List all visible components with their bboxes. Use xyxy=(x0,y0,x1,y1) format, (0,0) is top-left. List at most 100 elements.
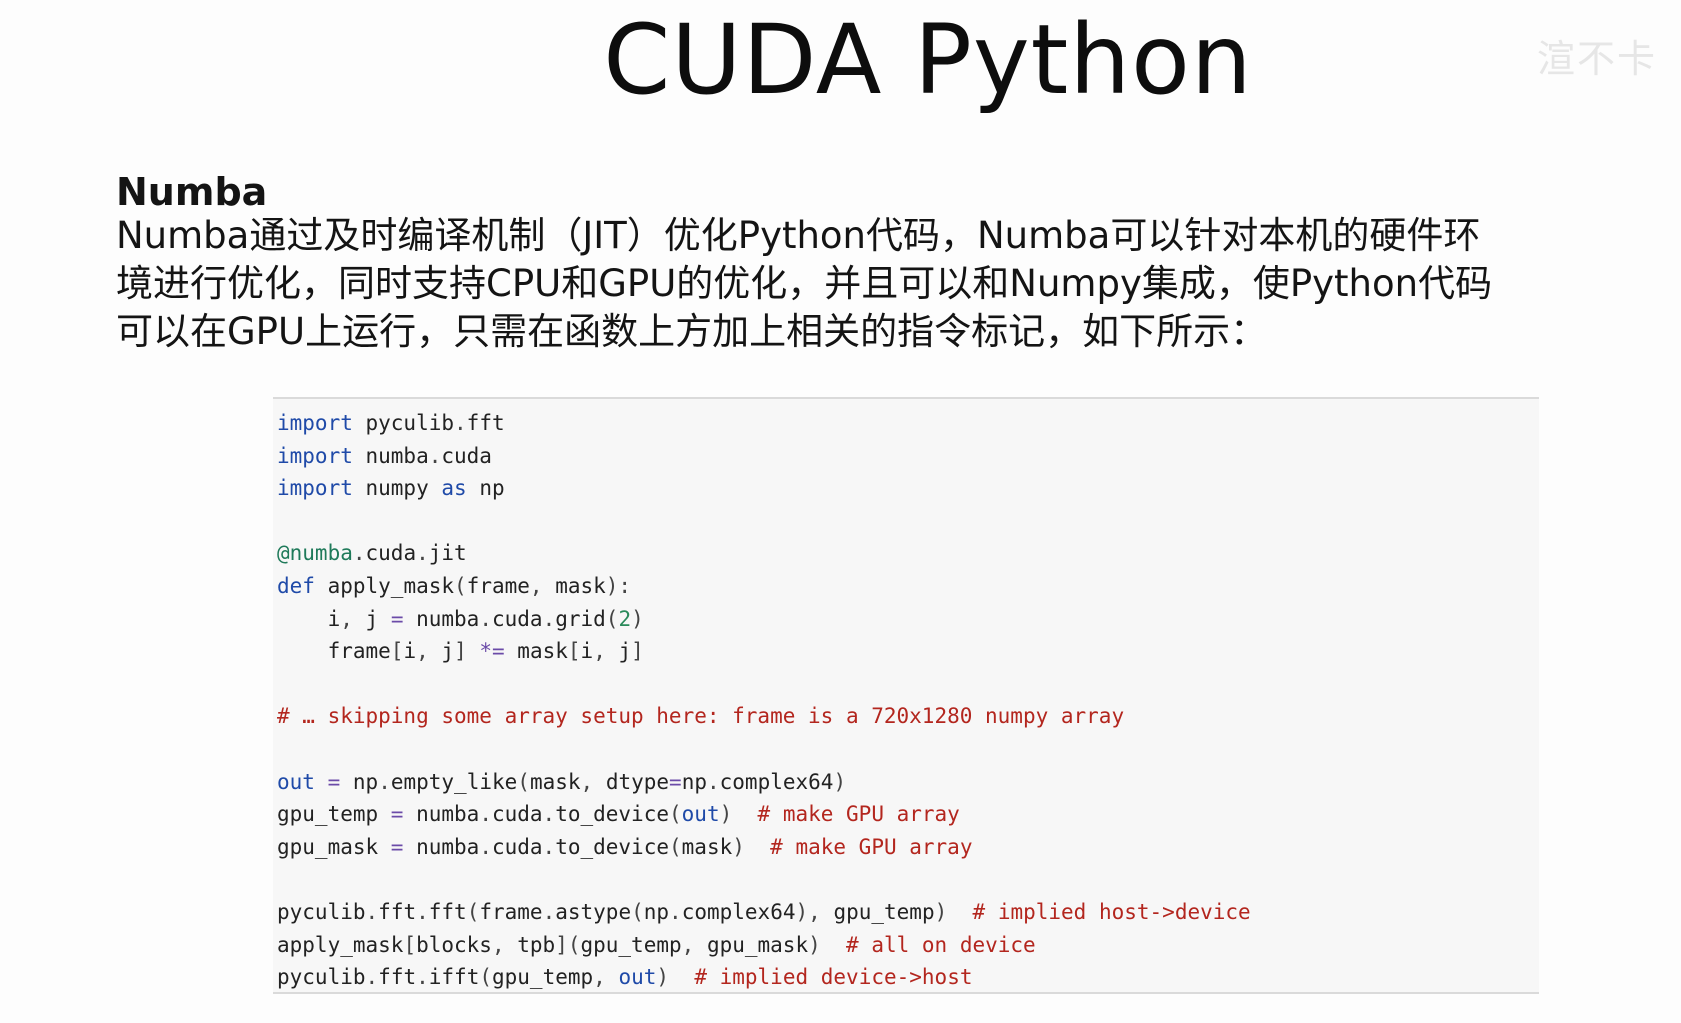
code-line: import numpy as np xyxy=(277,472,1539,505)
code-token: ( xyxy=(669,834,682,859)
code-line: @numba.cuda.jit xyxy=(277,537,1539,570)
code-token: np xyxy=(681,769,707,794)
code-token: . xyxy=(479,606,492,631)
code-token: empty_like xyxy=(390,769,518,794)
code-token: , xyxy=(681,932,707,957)
code-token: . xyxy=(542,606,556,631)
code-token: . xyxy=(378,769,391,794)
code-token: pyculib xyxy=(352,411,455,435)
code-token: mask xyxy=(529,769,581,794)
code-token: frame xyxy=(277,639,391,664)
code-token: import xyxy=(277,443,353,468)
code-token: . xyxy=(365,899,379,924)
slide-title: CUDA Python xyxy=(603,4,1253,116)
code-token: ) xyxy=(719,802,758,827)
code-token: = xyxy=(390,834,404,859)
code-token: , xyxy=(580,769,606,794)
code-token: to_device xyxy=(555,834,669,859)
code-token: blocks xyxy=(416,932,492,957)
code-token: ] xyxy=(454,639,480,664)
code-token: numpy xyxy=(352,476,442,501)
code-token: [ xyxy=(567,639,581,664)
code-token: cuda xyxy=(491,802,543,827)
code-line: pyculib.fft.ifft(gpu_temp, out) # implie… xyxy=(277,961,1539,994)
code-token: # … skipping some array setup here: fram… xyxy=(277,704,1125,729)
code-token: ( xyxy=(631,899,644,924)
code-token: fft xyxy=(378,899,417,924)
code-token: . xyxy=(428,443,442,468)
code-token: . xyxy=(416,965,429,990)
code-line: frame[i, j] *= mask[i, j] xyxy=(277,635,1539,668)
code-token: 2 xyxy=(618,606,632,631)
code-token: numba xyxy=(403,606,480,631)
code-token: j xyxy=(618,639,632,664)
code-token: # make GPU array xyxy=(757,802,960,827)
code-token: ifft xyxy=(428,965,480,990)
code-token: [ xyxy=(403,932,417,957)
code-token: grid xyxy=(555,606,606,631)
code-token: [ xyxy=(390,639,404,664)
code-token: . xyxy=(416,541,429,566)
code-token: ) xyxy=(934,899,973,924)
code-token: . xyxy=(542,834,556,859)
code-token: complex64 xyxy=(719,769,834,794)
code-token: numba xyxy=(403,834,480,859)
code-token: frame xyxy=(479,899,543,924)
code-token: gpu_temp xyxy=(580,932,682,957)
code-token: = xyxy=(390,802,404,827)
code-token: jit xyxy=(428,541,467,566)
code-token: # all on device xyxy=(846,932,1036,957)
code-token: ( xyxy=(605,606,619,631)
code-token: = xyxy=(669,769,682,794)
code-token: = xyxy=(390,606,404,631)
code-token: pyculib xyxy=(277,899,366,924)
code-token: dtype xyxy=(605,769,670,794)
code-token: mask xyxy=(504,639,568,664)
code-token: as xyxy=(441,476,467,501)
code-line: pyculib.fft.fft(frame.astype(np.complex6… xyxy=(277,896,1539,929)
code-token: cuda xyxy=(365,541,417,566)
code-token: . xyxy=(542,899,556,924)
code-token: @numba xyxy=(277,541,353,566)
code-token: def xyxy=(277,573,315,598)
code-token: . xyxy=(416,899,429,924)
code-block: import pyculib.fft import numba.cuda impor… xyxy=(273,397,1539,994)
slide: CUDA Python 渲不卡 Numba Numba通过及时编译机制（JIT）… xyxy=(0,0,1681,1023)
code-token: ): xyxy=(605,573,632,598)
code-token: ] xyxy=(631,639,644,664)
code-token: ) xyxy=(656,965,695,990)
code-token: import xyxy=(277,411,353,435)
code-token: to_device xyxy=(555,802,669,827)
code-token: frame xyxy=(466,573,530,598)
code-token: ), xyxy=(795,899,834,924)
code-token: , xyxy=(593,639,619,664)
code-token: mask xyxy=(681,834,733,859)
code-token: ( xyxy=(454,573,467,598)
code-token: . xyxy=(479,834,492,859)
code-token: fft xyxy=(466,411,505,435)
description-paragraph: Numba通过及时编译机制（JIT）优化Python代码，Numba可以针对本机… xyxy=(116,214,1493,353)
code-token: fft xyxy=(378,965,417,990)
code-token: , xyxy=(593,965,619,990)
code-token: import xyxy=(277,476,353,501)
code-line: # … skipping some array setup here: fram… xyxy=(277,700,1539,733)
code-token: complex64 xyxy=(681,899,796,924)
code-token: gpu_mask xyxy=(277,834,391,859)
code-token: , xyxy=(416,639,442,664)
code-token: , xyxy=(340,606,366,631)
code-token: . xyxy=(454,411,467,435)
code-token: fft xyxy=(428,899,467,924)
code-token: , xyxy=(529,573,556,598)
code-token: apply_mask xyxy=(314,573,455,598)
code-token: pyculib xyxy=(277,965,366,990)
code-token: ) xyxy=(732,834,771,859)
code-token: gpu_temp xyxy=(492,965,594,990)
code-token: ) xyxy=(808,932,847,957)
section-heading: Numba xyxy=(116,170,268,214)
code-line: import numba.cuda xyxy=(277,440,1539,473)
code-token: # implied device->host xyxy=(694,965,973,990)
